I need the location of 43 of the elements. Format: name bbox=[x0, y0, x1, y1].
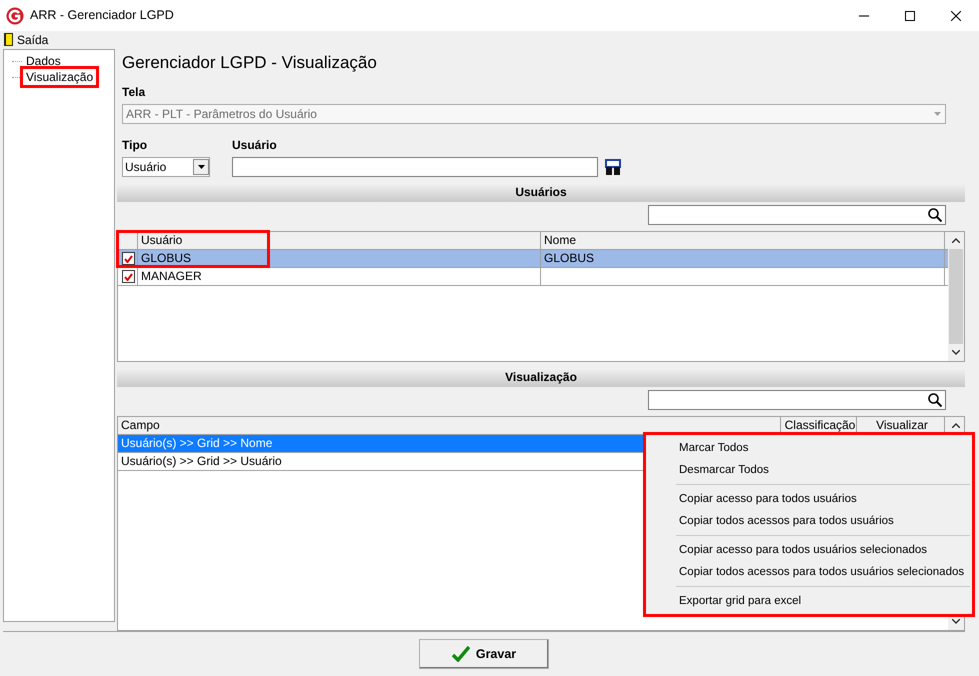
window-title: ARR - Gerenciador LGPD bbox=[30, 7, 174, 24]
search-field[interactable] bbox=[648, 205, 946, 225]
checkbox[interactable] bbox=[122, 270, 135, 283]
section-header: Usuários bbox=[117, 183, 965, 202]
tree-item[interactable]: Dados bbox=[24, 54, 63, 68]
column-header[interactable]: Nome bbox=[541, 232, 945, 249]
scroll-down-icon[interactable] bbox=[952, 619, 960, 624]
field-label: Tipo bbox=[122, 137, 148, 154]
field-label: Usuário bbox=[232, 137, 278, 154]
menu-item[interactable]: Copiar acesso para todos usuários bbox=[679, 488, 857, 510]
page-title: Gerenciador LGPD - Visualização bbox=[121, 52, 378, 74]
type-select[interactable]: Usuário bbox=[122, 157, 210, 177]
maximize-icon[interactable] bbox=[905, 10, 915, 20]
dropdown-arrow-icon bbox=[198, 165, 204, 169]
search-icon bbox=[928, 393, 942, 407]
section-header: Visualização bbox=[117, 368, 965, 387]
app-logo-icon bbox=[6, 6, 24, 24]
check-icon bbox=[124, 254, 133, 262]
check-icon bbox=[124, 272, 133, 280]
search-field[interactable] bbox=[648, 390, 946, 410]
menu-item[interactable]: Copiar todos acessos para todos usuários selecionados bbox=[679, 561, 964, 583]
dropdown-arrow-icon bbox=[934, 112, 940, 116]
door-icon bbox=[4, 33, 13, 46]
search-icon bbox=[928, 208, 942, 222]
binoculars-icon[interactable] bbox=[604, 159, 622, 175]
column-header[interactable]: Usuário bbox=[138, 232, 541, 249]
scroll-up-icon[interactable] bbox=[952, 423, 960, 428]
check-icon bbox=[452, 646, 470, 662]
menu-item[interactable]: Exportar grid para excel bbox=[679, 590, 802, 612]
checkbox[interactable] bbox=[122, 252, 135, 265]
close-icon[interactable] bbox=[951, 10, 961, 20]
menu-item[interactable]: Saída bbox=[17, 30, 48, 48]
menu-item[interactable]: Copiar todos acessos para todos usuários bbox=[679, 510, 894, 532]
table-cell: GLOBUS bbox=[541, 250, 945, 267]
table-cell[interactable]: MANAGER bbox=[138, 268, 541, 285]
menu-item[interactable]: Copiar acesso para todos usuários selecionados bbox=[679, 539, 928, 561]
scroll-down-icon[interactable] bbox=[952, 350, 960, 355]
scrollbar-thumb[interactable] bbox=[949, 249, 963, 344]
field-label: Tela bbox=[121, 84, 146, 101]
user-input[interactable] bbox=[232, 157, 598, 177]
table-cell[interactable]: GLOBUS bbox=[138, 250, 541, 267]
save-button[interactable]: Gravar bbox=[419, 639, 549, 669]
scroll-up-icon[interactable] bbox=[952, 238, 960, 243]
